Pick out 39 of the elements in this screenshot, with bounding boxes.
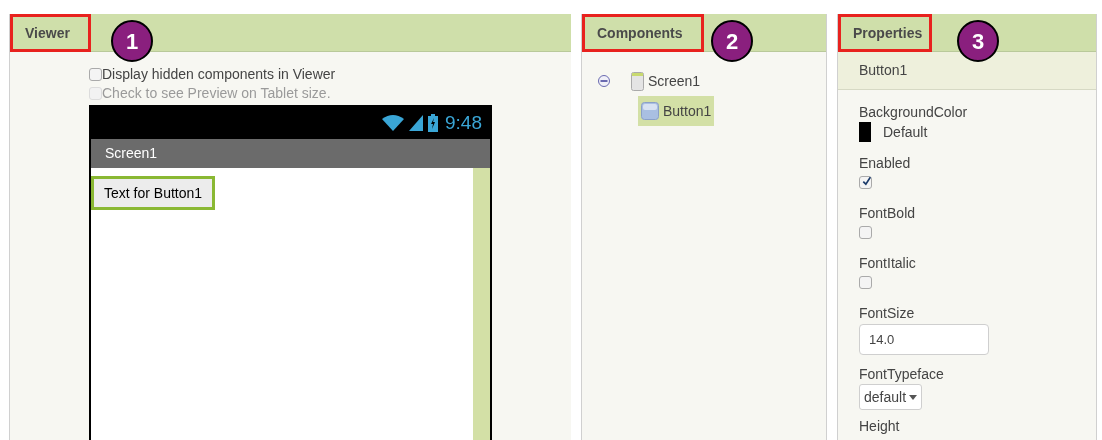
wifi-icon [382, 115, 404, 131]
property-label: Enabled [859, 154, 912, 173]
button-icon [641, 102, 659, 120]
checkbox[interactable] [89, 68, 102, 81]
number-badge: 2 [711, 20, 753, 62]
checkbox-label: Display hidden components in Viewer [102, 65, 336, 84]
panel-title: Components [582, 14, 704, 52]
tree-item-label: Button1 [663, 101, 712, 121]
caret-icon [909, 394, 918, 400]
panel-title: Viewer [10, 14, 91, 52]
collapse-icon[interactable] [598, 75, 610, 87]
property-label: BackgroundColor [859, 103, 969, 122]
checkbox[interactable] [859, 176, 872, 189]
color-value[interactable]: Default [883, 121, 928, 143]
property-label: FontTypeface [859, 365, 945, 384]
property-label: Height [859, 417, 901, 436]
dropdown[interactable]: default [859, 384, 923, 410]
number-badge: 3 [957, 20, 999, 62]
panel-title: Properties [838, 14, 932, 52]
status-time: 9:48 [445, 110, 482, 135]
checkbox[interactable] [859, 276, 872, 289]
tree-item[interactable]: Screen1 [628, 66, 704, 96]
number-badge: 1 [111, 20, 153, 62]
component-name: Button1 [838, 52, 1096, 90]
signal-icon [409, 115, 423, 131]
screen-title-bar: Screen1 [91, 139, 490, 168]
color-swatch[interactable] [859, 122, 871, 142]
property-label: FontItalic [859, 254, 917, 273]
preview-button[interactable]: Text for Button1 [91, 176, 216, 210]
scrollbar[interactable] [473, 168, 490, 440]
checkbox-label: Check to see Preview on Tablet size. [102, 84, 331, 103]
tree-item[interactable]: Button1 [638, 96, 715, 126]
tree-item-label: Screen1 [648, 71, 701, 91]
property-label: FontBold [859, 204, 917, 223]
property-label: FontSize [859, 304, 916, 323]
screen-icon [631, 71, 644, 91]
checkbox[interactable] [859, 226, 872, 239]
input-field[interactable]: 14.0 [859, 324, 989, 355]
battery-icon [428, 114, 438, 132]
